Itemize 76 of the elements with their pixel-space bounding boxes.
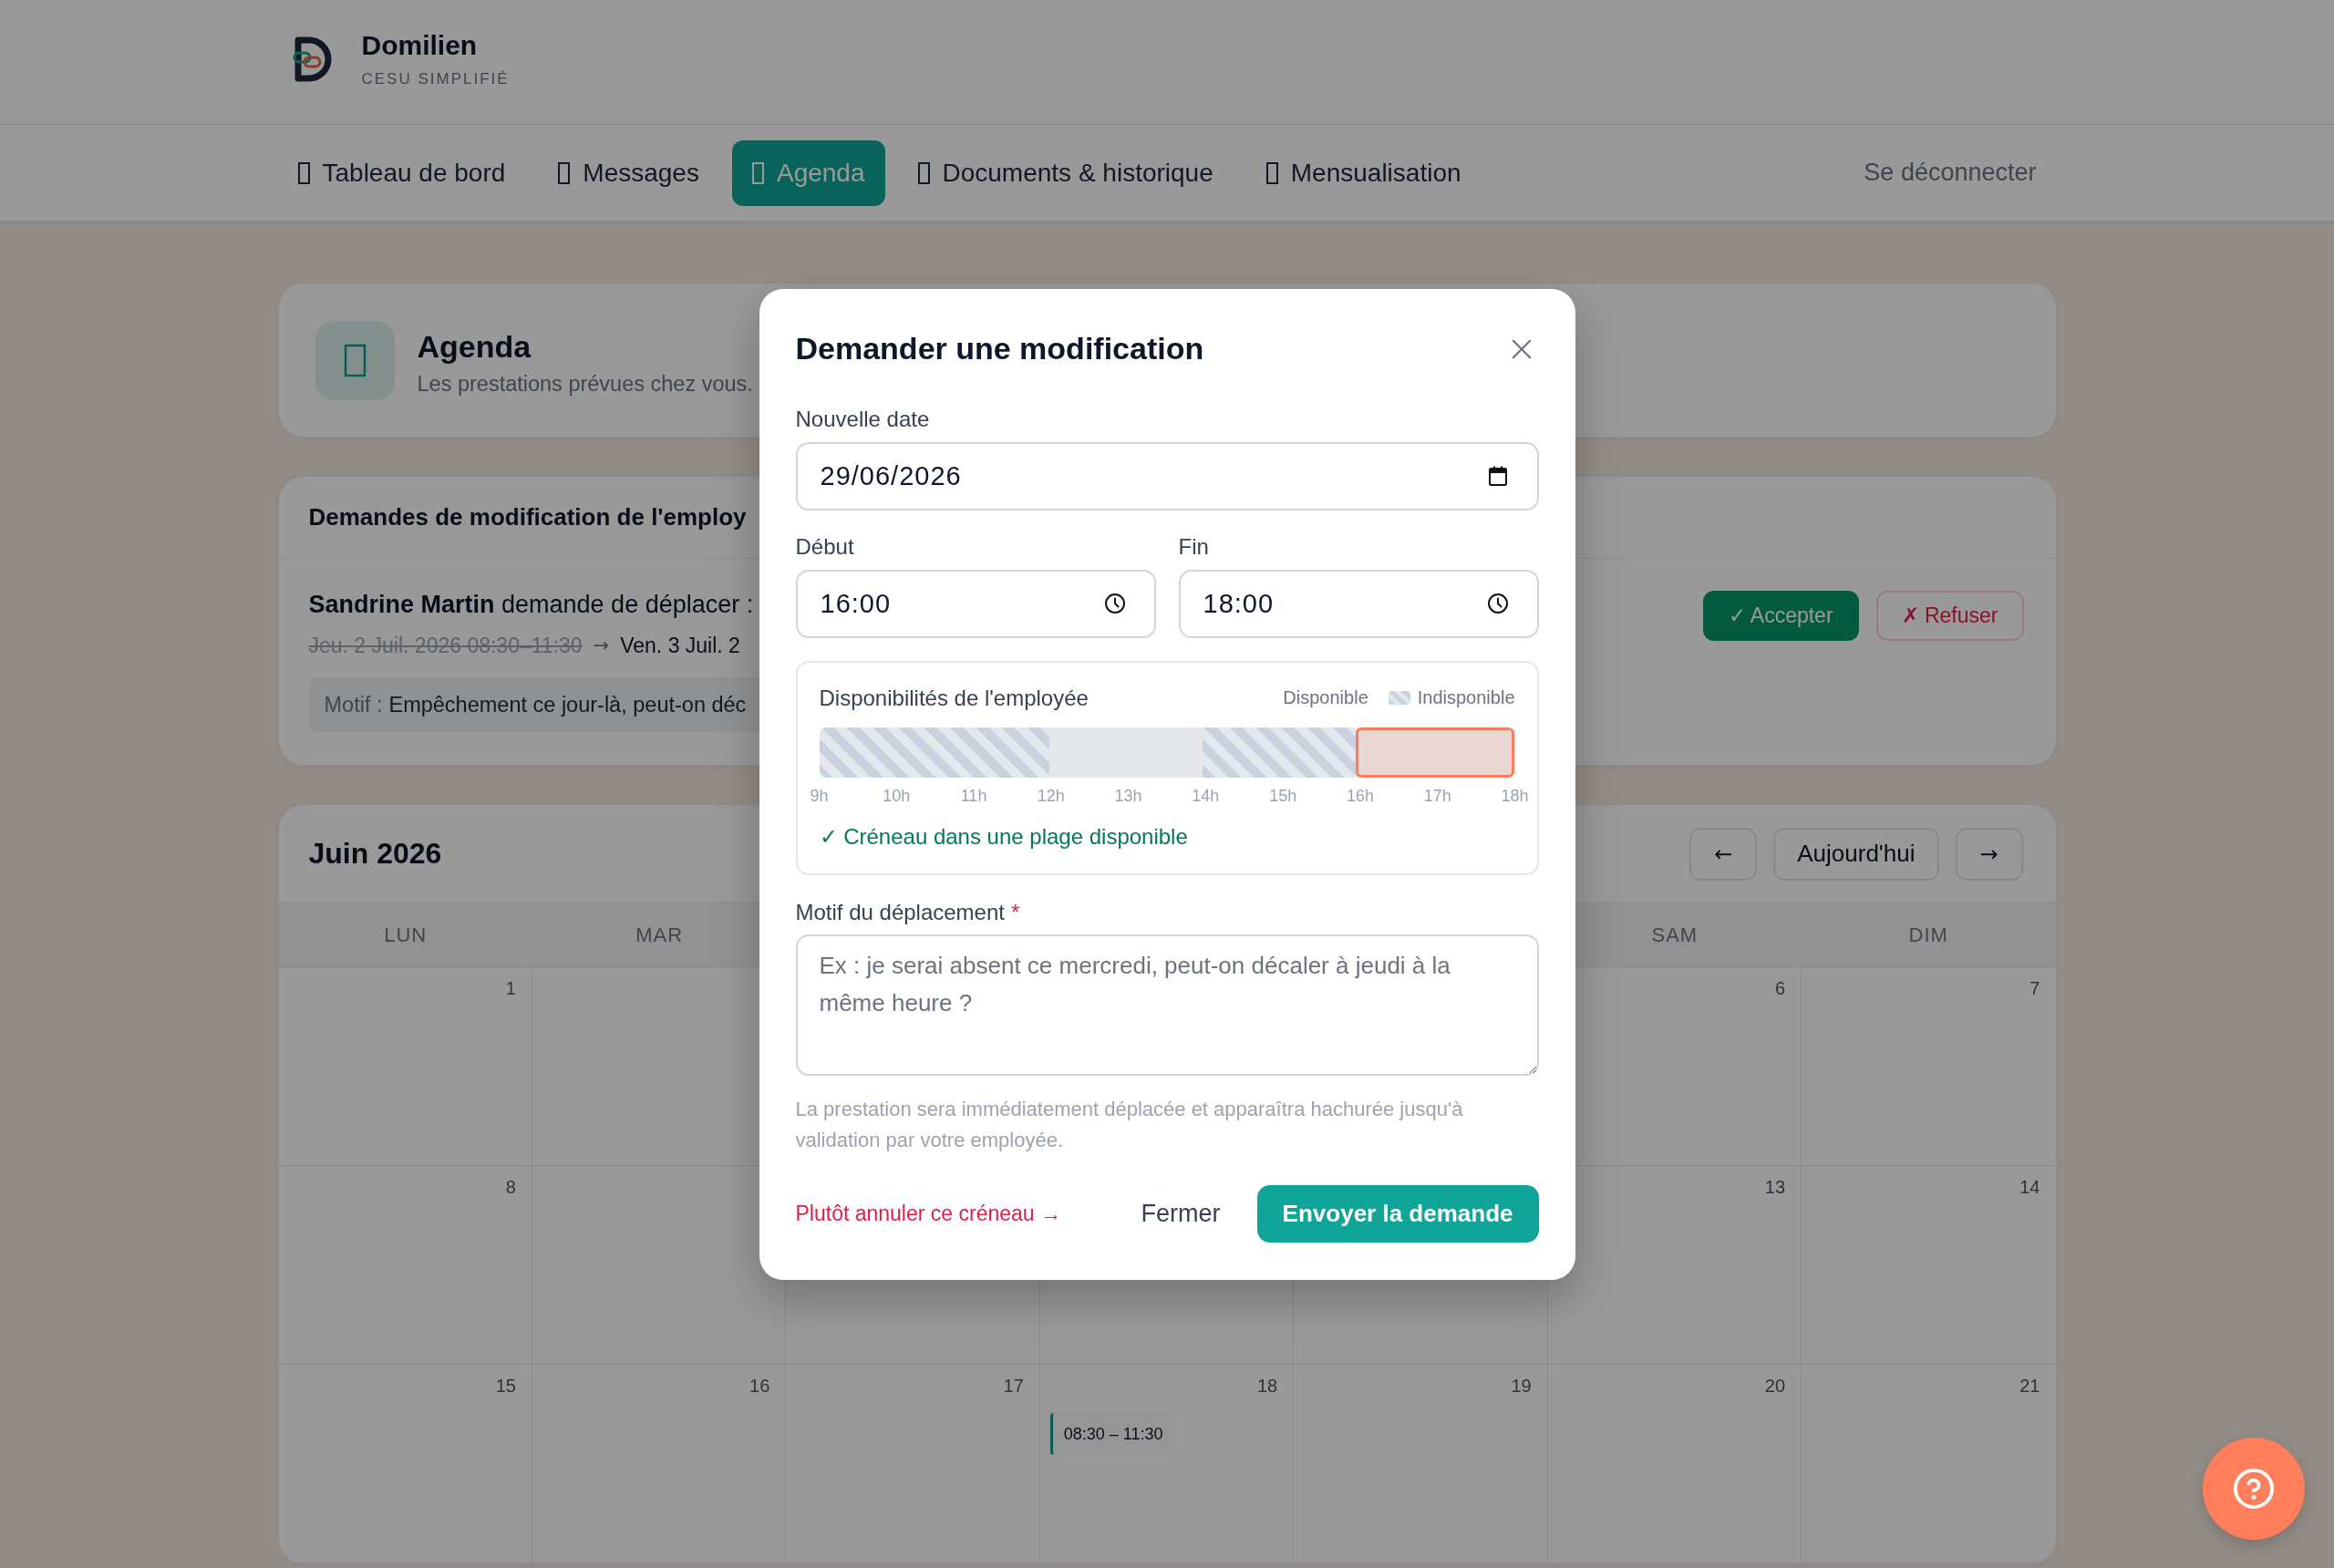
- hour-label: 13h: [1114, 785, 1142, 807]
- day-number: 17: [1003, 1375, 1024, 1397]
- field-label: Fin: [1178, 532, 1209, 561]
- cancel-slot-link[interactable]: Plutôt annuler ce créneau →: [795, 1201, 1061, 1226]
- nav-tab[interactable]: Mensualisation: [1245, 139, 1482, 206]
- page-subtitle: Les prestations prévues chez vous.: [417, 371, 753, 397]
- weekday-label: SAM: [1651, 923, 1699, 947]
- logout-link[interactable]: Se déconnecter: [1843, 159, 2057, 187]
- day-number: 14: [2019, 1176, 2040, 1198]
- hour-label: 10h: [883, 785, 911, 807]
- arrow-text: →: [593, 634, 610, 658]
- new-slot-text: Ven. 3 Juil. 2: [620, 633, 740, 659]
- next-month-button[interactable]: →: [1955, 827, 2023, 881]
- day-number: 1: [505, 977, 516, 999]
- missing-glyph-icon: [297, 161, 310, 184]
- time-input[interactable]: 16:00: [795, 569, 1156, 638]
- weekday-label: MAR: [635, 923, 684, 947]
- help-icon[interactable]: [2233, 1468, 2275, 1510]
- field-label: Nouvelle date: [795, 405, 930, 433]
- nav-tab[interactable]: Documents & historique: [897, 139, 1234, 206]
- availability-status: ✓ Créneau dans une plage disponible: [819, 822, 1188, 851]
- section-title: Demandes de modification de l'employ: [308, 503, 747, 531]
- hour-label: 11h: [960, 785, 987, 807]
- day-number: 13: [1764, 1176, 1786, 1198]
- day-number: 19: [1511, 1375, 1532, 1397]
- missing-glyph-icon: [917, 161, 930, 184]
- clock-icon[interactable]: [1486, 592, 1509, 614]
- calendar-icon[interactable]: [1486, 464, 1509, 487]
- page-title: Agenda: [417, 328, 532, 365]
- reason-textarea[interactable]: Ex : je serai absent ce mercredi, peut-on décaler à jeudi à la même heure ?: [795, 934, 1539, 1076]
- field-label: Début: [795, 532, 854, 561]
- hatched-swatch-icon: [1388, 691, 1410, 705]
- hour-label: 16h: [1346, 785, 1374, 807]
- day-number: 16: [749, 1375, 770, 1397]
- reason-text: Empêchement ce jour-là, peut-on déc: [388, 692, 747, 717]
- brand-tagline: CESU SIMPLIFIÉ: [361, 68, 510, 89]
- day-number: 6: [1774, 977, 1786, 999]
- required-mark: *: [1010, 898, 1020, 926]
- availability-title: Disponibilités de l'employée: [819, 685, 1089, 711]
- day-number: 7: [2029, 977, 2040, 999]
- today-button[interactable]: Aujourd'hui: [1773, 827, 1939, 881]
- month-title: Juin 2026: [308, 837, 442, 871]
- hour-label: 14h: [1192, 785, 1220, 807]
- brand-name: Domilien: [361, 29, 478, 61]
- reason-label: Motif :: [324, 692, 383, 717]
- weekday-label: DIM: [1908, 923, 1948, 947]
- missing-glyph-icon: [315, 320, 395, 400]
- hour-label: 12h: [1037, 785, 1065, 807]
- missing-glyph-icon: [1265, 161, 1278, 184]
- day-number: 21: [2019, 1375, 2040, 1397]
- nav-tab[interactable]: Tableau de bord: [277, 139, 526, 206]
- day-number: 15: [495, 1375, 516, 1397]
- missing-glyph-icon: [751, 161, 764, 184]
- previous-month-button[interactable]: ←: [1689, 827, 1758, 881]
- help-note: La prestation sera immédiatement déplacée et apparaîtra hachurée jusqu'à validation par votre employée.: [795, 1096, 1464, 1153]
- clock-icon[interactable]: [1103, 592, 1126, 614]
- missing-glyph-icon: [558, 161, 571, 184]
- refuse-button[interactable]: ✗ Refuser: [1875, 591, 2024, 641]
- request-summary: Sandrine Martin demande de déplacer :: [308, 590, 754, 620]
- date-input[interactable]: 29/06/2026: [795, 441, 1539, 511]
- close-dialog-button[interactable]: Fermer: [1119, 1191, 1243, 1235]
- day-number: 20: [1764, 1375, 1786, 1397]
- hour-label: 17h: [1423, 785, 1451, 807]
- hour-label: 18h: [1501, 785, 1529, 807]
- dialog-title: Demander une modification: [795, 331, 1204, 366]
- day-number: 18: [1256, 1375, 1278, 1397]
- weekday-label: LUN: [384, 923, 428, 947]
- field-label: Motif du déplacement: [795, 898, 1005, 926]
- old-slot-text: Jeu. 2 Juil. 2026 08:30–11:30: [308, 633, 583, 659]
- hour-label: 9h: [810, 785, 829, 807]
- time-input[interactable]: 18:00: [1178, 569, 1539, 638]
- legend-label: Disponible: [1283, 687, 1368, 708]
- day-number: 8: [505, 1176, 516, 1198]
- hour-label: 15h: [1269, 785, 1297, 807]
- legend-label: Indisponible: [1417, 687, 1515, 708]
- nav-tab[interactable]: Messages: [538, 139, 719, 206]
